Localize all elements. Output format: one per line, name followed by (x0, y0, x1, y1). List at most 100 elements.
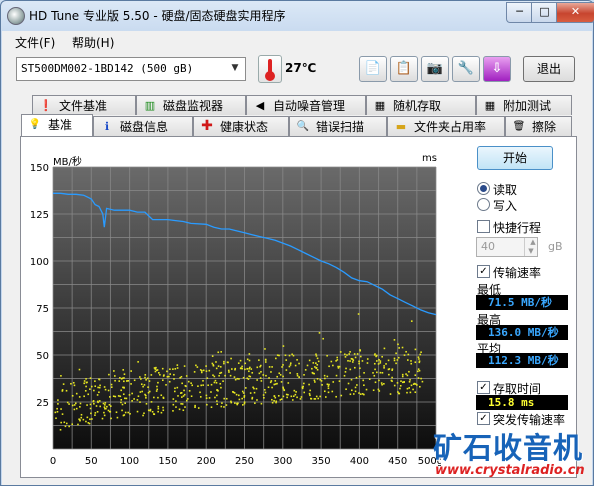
access-time-point (273, 399, 275, 402)
access-time-point (83, 380, 86, 382)
access-time-point (326, 383, 329, 386)
access-time-point (298, 362, 300, 365)
access-time-point (94, 412, 97, 414)
access-time-point (85, 378, 87, 380)
access-time-point (321, 384, 323, 386)
access-time-point (87, 393, 90, 396)
tab-benchmark[interactable]: 💡 基准 (21, 114, 93, 136)
access-time-point (145, 397, 147, 399)
camera-icon[interactable]: 📷 (421, 56, 449, 82)
access-time-point (54, 411, 57, 414)
access-time-point (165, 384, 167, 386)
y-left-tick-label: 25 (36, 398, 49, 409)
short-stroke-label: 快捷行程 (493, 221, 542, 235)
access-time-point (247, 378, 250, 380)
copy-screenshot-icon[interactable]: 📋 (390, 56, 418, 82)
close-button[interactable]: ✕ (556, 2, 594, 23)
erase-icon: 🗑 (512, 121, 526, 132)
access-time-point (168, 380, 171, 383)
access-time-point (161, 379, 164, 382)
burst-rate-checkbox[interactable]: ✓ (477, 412, 490, 425)
access-time-point (256, 399, 258, 401)
maximize-button[interactable]: □ (531, 2, 558, 23)
access-time-point (406, 387, 409, 390)
access-time-point (358, 375, 361, 378)
access-time-point (141, 390, 143, 393)
short-stroke-checkbox[interactable] (477, 220, 490, 233)
access-time-point (244, 387, 247, 389)
options-icon[interactable]: 🔧 (452, 56, 480, 82)
access-time-checkbox[interactable]: ✓ (477, 381, 490, 394)
access-time-point (239, 367, 242, 370)
tab-health[interactable]: ✚ 健康状态 (193, 116, 289, 136)
save-download-icon[interactable]: ⇩ (483, 56, 511, 82)
spinner-arrows-icon[interactable]: ▲ ▼ (524, 238, 537, 256)
access-time-point (147, 386, 149, 388)
access-time-point (166, 370, 168, 373)
access-time-point (104, 404, 106, 406)
access-time-point (410, 360, 412, 362)
access-time-point (124, 411, 127, 414)
access-time-point (378, 379, 380, 382)
access-time-point (287, 382, 290, 384)
access-time-point (223, 406, 225, 408)
access-time-point (397, 356, 400, 359)
access-time-point (158, 372, 160, 374)
start-button[interactable]: 开始 (477, 146, 553, 170)
access-time-point (94, 385, 97, 388)
access-time-point (157, 407, 160, 410)
access-time-point (211, 362, 214, 365)
access-time-point (185, 375, 188, 377)
access-time-point (233, 376, 236, 378)
drive-select[interactable]: ST500DM002-1BD142 (500 gB) ▼ (16, 57, 246, 81)
access-time-point (123, 386, 125, 389)
access-time-point (61, 390, 64, 392)
copy-text-icon[interactable]: 📄 (359, 56, 387, 82)
access-time-point (224, 374, 226, 377)
access-time-point (419, 353, 422, 356)
access-time-point (95, 405, 98, 407)
access-time-point (374, 368, 376, 371)
tab-extra-tests[interactable]: ▦ 附加测试 (476, 95, 572, 115)
title-bar[interactable]: HD Tune 专业版 5.50 - 硬盘/固态硬盘实用程序 ─ □ ✕ (1, 1, 594, 29)
access-time-point (188, 390, 191, 392)
access-time-point (161, 367, 164, 370)
tab-erase[interactable]: 🗑 擦除 (505, 116, 572, 136)
access-time-point (84, 390, 87, 392)
access-time-point (196, 366, 199, 368)
tab-disk-info[interactable]: ℹ 磁盘信息 (93, 116, 193, 136)
tab-random-access[interactable]: ▦ 随机存取 (366, 95, 476, 115)
write-radio[interactable] (477, 198, 490, 211)
access-time-point (178, 408, 181, 411)
minimize-button[interactable]: ─ (506, 2, 533, 23)
menu-file[interactable]: 文件(F) (15, 34, 55, 51)
access-time-point (114, 375, 116, 377)
tab-error-scan[interactable]: 🔍 错误扫描 (289, 116, 387, 136)
access-time-point (96, 394, 99, 396)
tab-disk-monitor[interactable]: ▥ 磁盘监视器 (136, 95, 246, 115)
access-time-point (344, 371, 347, 373)
access-time-point (211, 355, 214, 357)
access-time-point (253, 391, 256, 394)
tab-file-benchmark[interactable]: ❗ 文件基准 (32, 95, 136, 115)
access-time-point (377, 388, 380, 391)
access-time-point (315, 362, 317, 364)
access-time-point (129, 412, 131, 415)
access-time-point (345, 367, 347, 370)
access-time-point (296, 374, 299, 377)
exit-button[interactable]: 退出 (523, 56, 575, 82)
access-time-point (332, 381, 335, 383)
tab-folder-usage[interactable]: ▬ 文件夹占用率 (387, 116, 505, 136)
menu-help[interactable]: 帮助(H) (72, 34, 114, 51)
access-time-point (335, 374, 338, 377)
access-time-point (124, 402, 126, 405)
tab-aam[interactable]: ◀ 自动噪音管理 (246, 95, 366, 115)
access-time-point (414, 383, 417, 385)
transfer-rate-checkbox[interactable]: ✓ (477, 265, 490, 278)
access-time-point (157, 396, 159, 399)
access-time-point (216, 394, 218, 397)
access-time-point (262, 374, 265, 376)
read-radio[interactable] (477, 182, 490, 195)
short-stroke-spinner[interactable]: 40 ▲ ▼ (476, 237, 538, 257)
access-time-point (243, 402, 246, 405)
